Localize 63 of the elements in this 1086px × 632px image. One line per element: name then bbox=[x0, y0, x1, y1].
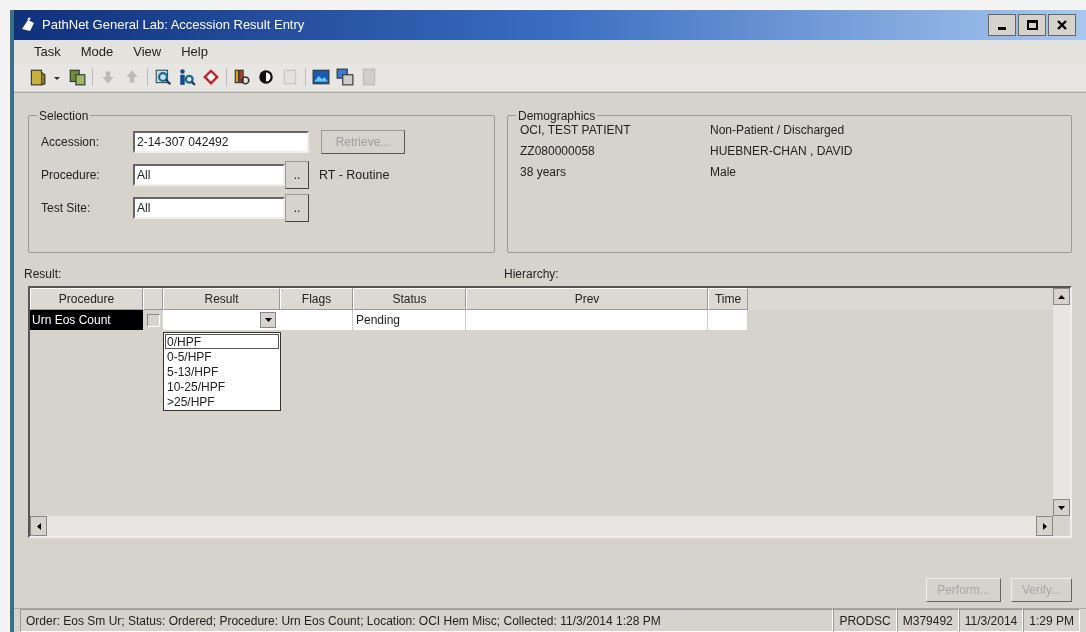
menu-item[interactable]: View bbox=[125, 41, 170, 62]
diamond-icon[interactable] bbox=[202, 68, 220, 87]
input-field[interactable]: All bbox=[133, 164, 285, 187]
table-cell[interactable]: Urn Eos Count bbox=[30, 310, 143, 331]
person-search-icon[interactable] bbox=[178, 68, 196, 87]
dropdown-button[interactable] bbox=[260, 312, 276, 329]
menu-item[interactable]: Help bbox=[173, 41, 216, 62]
dropdown-option[interactable]: 5-13/HPF bbox=[165, 364, 279, 380]
table-cell: Pending bbox=[353, 310, 466, 331]
scroll-right-icon bbox=[1042, 522, 1047, 530]
blank-column-header bbox=[143, 288, 163, 311]
field-label: Procedure: bbox=[41, 167, 101, 185]
browse-button[interactable]: .. bbox=[285, 194, 309, 223]
minimize-button[interactable] bbox=[988, 13, 1016, 36]
column-header: Result bbox=[163, 288, 280, 311]
field-label: Test Site: bbox=[41, 200, 92, 218]
column-header: Time bbox=[708, 288, 748, 311]
demographic-text: ZZ080000058 bbox=[520, 143, 596, 161]
input-field[interactable]: All bbox=[133, 197, 285, 220]
vertical-scrollbar[interactable] bbox=[1053, 288, 1070, 517]
scroll-up-icon bbox=[1058, 294, 1065, 299]
scroll-down-icon bbox=[1058, 505, 1065, 510]
dropdown-option[interactable]: 0-5/HPF bbox=[165, 349, 279, 365]
status-text: 1:29 PM bbox=[1023, 609, 1080, 632]
close-icon bbox=[1057, 19, 1067, 30]
menu-item[interactable]: Mode bbox=[72, 41, 122, 62]
circle-icon[interactable] bbox=[257, 68, 275, 87]
field-label: Accession: bbox=[41, 134, 101, 152]
input-field[interactable]: 2-14-307 042492 bbox=[133, 131, 309, 154]
demographic-text: Male bbox=[710, 164, 736, 182]
test-tube-icon[interactable] bbox=[233, 68, 251, 87]
dropdown-option[interactable]: 0/HPF bbox=[165, 334, 279, 350]
section-label: Result: bbox=[24, 266, 63, 284]
column-header: Flags bbox=[280, 288, 353, 311]
caret-icon bbox=[264, 318, 272, 323]
demographic-text: Non-Patient / Discharged bbox=[710, 122, 845, 140]
menu-item[interactable]: Task bbox=[26, 41, 69, 62]
column-header: Status bbox=[353, 288, 466, 311]
demographic-text: OCI, TEST PATIENT bbox=[520, 123, 632, 140]
maximize-button[interactable] bbox=[1018, 13, 1046, 36]
status-text: M379492 bbox=[896, 609, 959, 632]
section-label: Hierarchy: bbox=[504, 266, 559, 284]
priority-text: RT - Routine bbox=[319, 166, 390, 184]
demographic-text: 38 years bbox=[520, 164, 568, 182]
magnifier-icon[interactable] bbox=[154, 68, 172, 87]
windows-icon[interactable] bbox=[336, 68, 354, 87]
dropdown-option[interactable]: 10-25/HPF bbox=[165, 379, 279, 395]
open-book-icon[interactable] bbox=[28, 68, 46, 87]
scroll-left-icon bbox=[36, 522, 41, 530]
app-logo-icon bbox=[20, 16, 36, 33]
demographic-text: HUEBNER-CHAN , DAVID bbox=[710, 143, 853, 161]
checkbox[interactable] bbox=[146, 313, 160, 327]
status-text: 11/3/2014 bbox=[958, 609, 1024, 632]
status-text: PRODSC bbox=[833, 609, 897, 632]
column-header: Procedure bbox=[30, 288, 143, 311]
window-title: PathNet General Lab: Accession Result Entry bbox=[42, 16, 305, 35]
browse-button[interactable]: .. bbox=[285, 161, 309, 190]
picture-icon[interactable] bbox=[312, 68, 330, 87]
close-button[interactable] bbox=[1048, 13, 1076, 36]
status-text: Order: Eos Sm Ur; Status: Ordered; Procedure: Urn Eos Count; Location: OCI Hem Misc; Collected: 11/3/2014 1:28 PM bbox=[20, 609, 834, 632]
horizontal-scrollbar[interactable] bbox=[30, 516, 1053, 537]
dropdown-option[interactable]: >25/HPF bbox=[165, 394, 279, 410]
column-header: Prev bbox=[466, 288, 708, 311]
